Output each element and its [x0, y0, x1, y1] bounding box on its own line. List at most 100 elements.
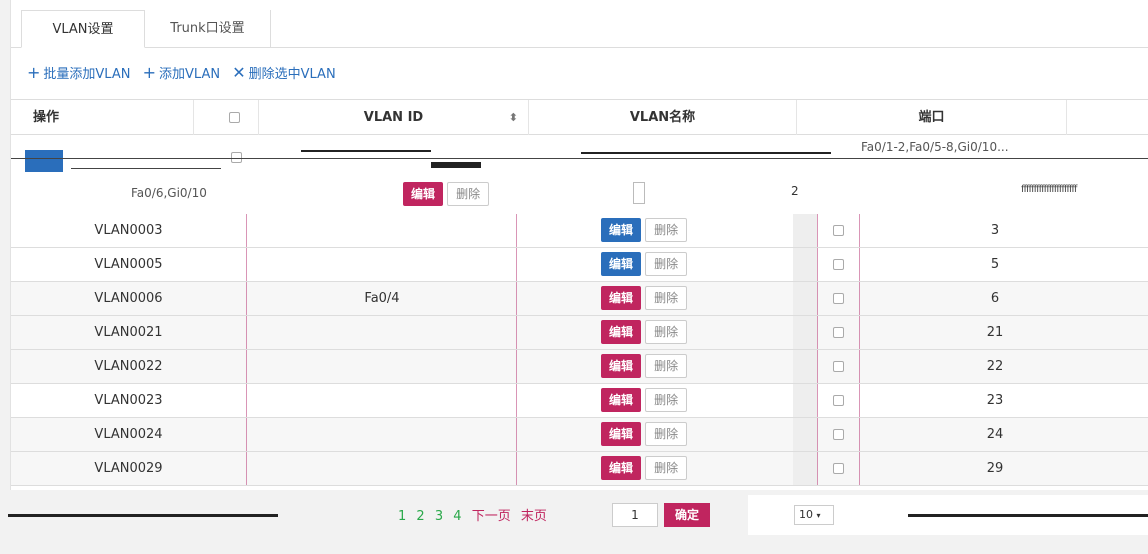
page-link-4[interactable]: 4	[453, 509, 461, 524]
tab-trunk-settings[interactable]: Trunk口设置	[145, 10, 271, 48]
delete-button[interactable]: 删除	[645, 354, 688, 378]
row-actions: 编辑 删除	[601, 286, 688, 310]
row-checkbox[interactable]	[832, 361, 844, 372]
row-actions: 编辑 删除	[601, 354, 688, 378]
edit-button[interactable]: 编辑	[403, 182, 444, 206]
row-actions: 编辑 删除	[601, 320, 688, 344]
vlan-id-text: 2	[791, 184, 799, 198]
header-operation: 操作	[11, 100, 194, 135]
page-links: 1 2 3 4 下一页 末页	[395, 505, 550, 524]
table-row: VLAN0023 编辑 删除 23	[11, 384, 1148, 418]
table-row: VLAN0005 编辑 删除 5	[11, 248, 1148, 282]
port-cell	[247, 452, 517, 485]
table-header: 操作 VLAN ID ⬍ VLAN名称 端口	[11, 99, 1148, 135]
edit-button[interactable]: 编辑	[601, 252, 642, 276]
vlan-id-cell: 6	[990, 291, 1000, 306]
select-all-checkbox[interactable]	[229, 112, 240, 123]
row-select	[817, 248, 859, 281]
vlan-name-cell: VLAN0022	[94, 359, 163, 374]
next-page-link[interactable]: 下一页	[472, 509, 511, 524]
vlan-id-cell: 21	[986, 325, 1004, 340]
delete-button[interactable]: 删除	[645, 218, 688, 242]
delete-button[interactable]: 删除	[447, 182, 490, 206]
row-actions: 编辑 删除	[601, 422, 688, 446]
add-vlan-button[interactable]: + 添加VLAN	[143, 63, 220, 82]
vlan-name-cell: VLAN0005	[94, 257, 163, 272]
port-cell	[247, 316, 517, 349]
row-checkbox[interactable]	[832, 293, 844, 304]
edit-button[interactable]: 编辑	[601, 354, 642, 378]
row-select	[817, 282, 859, 315]
pagination-bar: 1 2 3 4 下一页 末页 1 确定 10 ▾	[0, 495, 1148, 535]
delete-button[interactable]: 删除	[645, 422, 688, 446]
port-cell: Fa0/4	[364, 291, 400, 306]
last-page-link[interactable]: 末页	[521, 509, 547, 524]
confirm-button[interactable]: 确定	[664, 503, 710, 527]
close-icon: ✕	[232, 62, 246, 82]
row-checkbox[interactable]	[832, 225, 844, 236]
table-row: VLAN0024 编辑 删除 24	[11, 418, 1148, 452]
row-select	[817, 214, 859, 247]
batch-add-vlan-button[interactable]: + 批量添加VLAN	[27, 63, 130, 82]
delete-selected-vlan-button[interactable]: ✕ 删除选中VLAN	[232, 63, 335, 82]
edit-button[interactable]: 编辑	[601, 218, 642, 242]
chevron-down-icon: ▾	[816, 511, 821, 520]
row-checkbox[interactable]	[832, 429, 844, 440]
port-list-text-2: Fa0/6,Gi0/10	[131, 186, 207, 200]
page-link-3[interactable]: 3	[435, 509, 443, 524]
row-actions: 编辑 删除	[601, 252, 688, 276]
page-size-select[interactable]: 10 ▾	[794, 505, 834, 525]
header-vlan-name: VLAN名称	[529, 100, 797, 135]
row-checkbox[interactable]	[832, 463, 844, 474]
row-select	[817, 316, 859, 349]
vlan-id-cell: 22	[986, 359, 1004, 374]
table-row: VLAN0006 Fa0/4 编辑 删除 6	[11, 282, 1148, 316]
page-link-2[interactable]: 2	[416, 509, 424, 524]
page-size-area: 10 ▾	[748, 495, 1148, 535]
edit-button[interactable]: 编辑	[601, 286, 642, 310]
port-cell	[247, 384, 517, 417]
port-cell	[247, 418, 517, 451]
row-checkbox[interactable]	[832, 259, 844, 270]
row-select	[817, 418, 859, 451]
table-gap	[793, 282, 817, 315]
sort-icon[interactable]: ⬍	[509, 100, 518, 135]
scrollbar-thumb[interactable]	[633, 182, 645, 204]
header-port: 端口	[797, 100, 1067, 135]
header-vlan-id[interactable]: VLAN ID ⬍	[259, 100, 529, 135]
table-gap	[793, 418, 817, 451]
page-link-1[interactable]: 1	[398, 509, 406, 524]
table-row: VLAN0029 编辑 删除 29	[11, 452, 1148, 486]
page-number-input[interactable]: 1	[612, 503, 658, 527]
tab-vlan-settings[interactable]: VLAN设置	[21, 10, 145, 48]
port-list-text: Fa0/1-2,Fa0/5-8,Gi0/10...	[861, 140, 1009, 154]
port-cell	[247, 214, 517, 247]
delete-button[interactable]: 删除	[645, 320, 688, 344]
row-checkbox[interactable]	[832, 395, 844, 406]
edit-button[interactable]: 编辑	[601, 320, 642, 344]
table-gap	[793, 452, 817, 485]
delete-button[interactable]: 删除	[645, 252, 688, 276]
row-select	[817, 384, 859, 417]
table-gap	[793, 316, 817, 349]
edit-button[interactable]: 编辑	[601, 456, 642, 480]
delete-button[interactable]: 删除	[645, 286, 688, 310]
row-checkbox[interactable]	[832, 327, 844, 338]
table-row: VLAN0022 编辑 删除 22	[11, 350, 1148, 384]
vlan-name-cell: VLAN0029	[94, 461, 163, 476]
vlan-id-cell: 5	[990, 257, 1000, 272]
vlan-id-cell: 24	[986, 427, 1004, 442]
vlan-id-cell: 23	[986, 393, 1004, 408]
delete-button[interactable]: 删除	[645, 456, 688, 480]
row-actions: 编辑 删除	[601, 456, 688, 480]
delete-button[interactable]: 删除	[645, 388, 688, 412]
port-cell	[247, 248, 517, 281]
edit-button-fragment[interactable]	[25, 150, 63, 172]
edit-button[interactable]: 编辑	[601, 422, 642, 446]
row-select	[817, 452, 859, 485]
table-gap	[793, 350, 817, 383]
edit-button[interactable]: 编辑	[601, 388, 642, 412]
main-panel: VLAN设置 Trunk口设置 + 批量添加VLAN + 添加VLAN ✕ 删除…	[10, 0, 1148, 490]
toolbar: + 批量添加VLAN + 添加VLAN ✕ 删除选中VLAN	[27, 63, 344, 83]
table-gap	[793, 248, 817, 281]
